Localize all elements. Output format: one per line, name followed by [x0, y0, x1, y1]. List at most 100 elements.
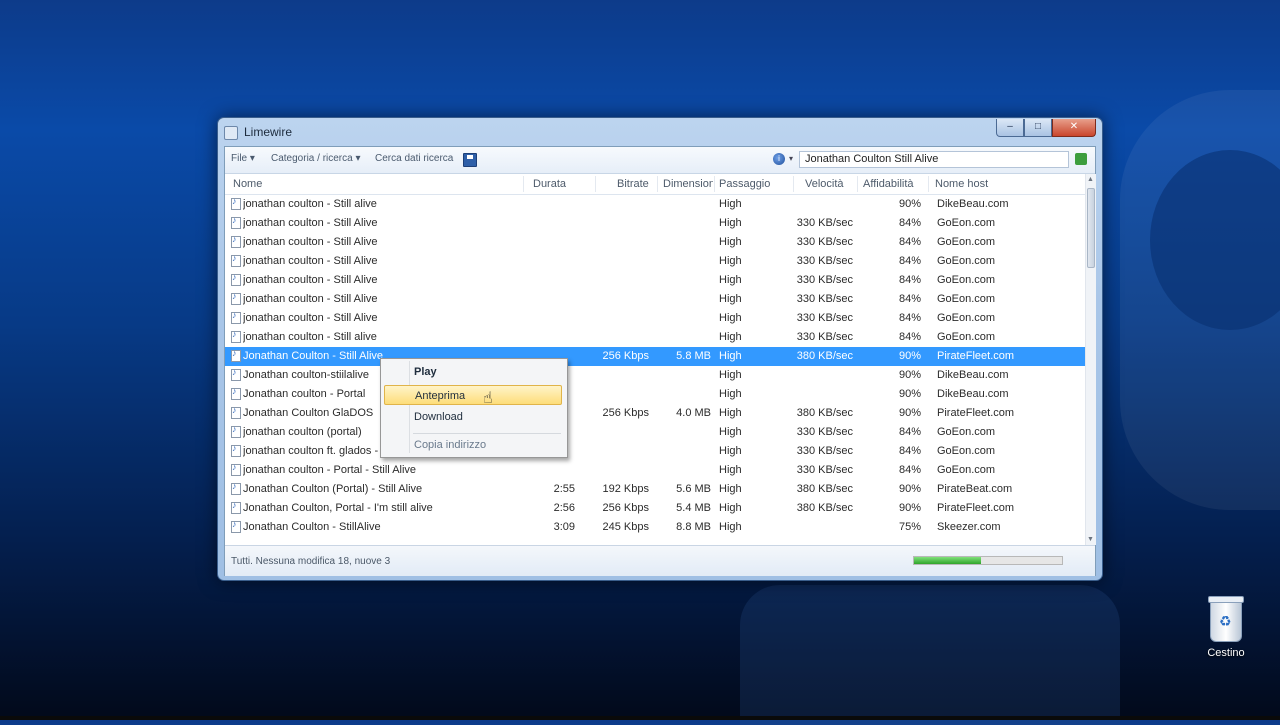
- column-header-host[interactable]: Nome host: [935, 178, 1045, 190]
- cell-rel: 84%: [898, 331, 921, 343]
- maximize-button[interactable]: □: [1024, 119, 1052, 137]
- vertical-scrollbar[interactable]: ▲ ▼: [1085, 174, 1096, 545]
- cell-pass: High: [719, 293, 742, 305]
- cell-bit: 256 Kbps: [602, 502, 649, 514]
- column-header-bitrate[interactable]: Bitrate: [617, 178, 657, 190]
- table-row[interactable]: jonathan coulton - Still Alive High 330 KB…: [225, 252, 1085, 271]
- cell-host: PirateFleet.com: [937, 350, 1015, 362]
- search-icon[interactable]: i: [773, 153, 785, 165]
- scroll-down-icon[interactable]: ▼: [1087, 536, 1094, 543]
- table-row[interactable]: Jonathan coulton - PortalHigh90%DikeBeau…: [225, 385, 1085, 404]
- scroll-thumb[interactable]: [1087, 188, 1095, 268]
- cell-size: 5.8 MB: [676, 350, 711, 362]
- cell-host: GoEon.com: [937, 255, 996, 267]
- toolbar-search-data[interactable]: Cerca dati ricerca: [375, 153, 453, 164]
- menu-item-play[interactable]: Play: [384, 362, 562, 382]
- cell-dur: 3:09: [553, 521, 575, 533]
- table-row[interactable]: jonathan coulton (portal)High330 KB/sec8…: [225, 423, 1085, 442]
- cell-dur: 2:55: [553, 483, 575, 495]
- audio-file-icon: [231, 253, 241, 267]
- cell-speed: 330 KB/sec: [796, 331, 853, 343]
- save-icon[interactable]: [463, 153, 477, 167]
- menu-item-preview[interactable]: Anteprima: [384, 385, 562, 405]
- download-progress: [913, 556, 1063, 565]
- audio-file-icon: [231, 462, 241, 476]
- table-row[interactable]: jonathan coulton - Still Alive High 330 KB…: [225, 271, 1085, 290]
- table-row[interactable]: jonathan coulton - Still alive High 90% Dik…: [225, 195, 1085, 214]
- cell-rel: 90%: [898, 407, 921, 419]
- cell-size: 4.0 MB: [676, 407, 711, 419]
- cell-pass: High: [719, 464, 742, 476]
- table-row[interactable]: jonathan coulton - Still alive High 330 KB…: [225, 328, 1085, 347]
- cell-rel: 84%: [898, 236, 921, 248]
- cell-speed: 330 KB/sec: [796, 217, 853, 229]
- cell-rel: 90%: [898, 502, 921, 514]
- progress-fill: [914, 557, 981, 564]
- cell-speed: 380 KB/sec: [796, 350, 853, 362]
- toolbar: File ▾ Categoria / ricerca ▾ Cerca dati …: [225, 147, 1095, 174]
- table-row[interactable]: Jonathan Coulton GlaDOS256 Kbps4.0 MBHig…: [225, 404, 1085, 423]
- cell-rel: 84%: [898, 255, 921, 267]
- go-icon[interactable]: [1075, 153, 1087, 165]
- table-row[interactable]: jonathan coulton - Still Alive High 330 KB…: [225, 233, 1085, 252]
- cell-host: GoEon.com: [937, 312, 996, 324]
- audio-file-icon: [231, 215, 241, 229]
- audio-file-icon: [231, 500, 241, 514]
- table-row[interactable]: Jonathan Coulton - StillAlive 3:09 245 Kbp…: [225, 518, 1085, 537]
- column-header-speed[interactable]: Velocità: [805, 178, 855, 190]
- cell-speed: 380 KB/sec: [796, 502, 853, 514]
- desktop-decoration-bottom: [740, 585, 1120, 725]
- cell-host: DikeBeau.com: [937, 388, 1009, 400]
- cell-size: 5.4 MB: [676, 502, 711, 514]
- toolbar-file-menu[interactable]: File ▾: [231, 153, 255, 164]
- cell-pass: High: [719, 502, 742, 514]
- cell-pass: High: [719, 198, 742, 210]
- cell-host: DikeBeau.com: [937, 198, 1009, 210]
- search-input[interactable]: [799, 151, 1069, 168]
- results-table: Nome Durata Bitrate Dimensione Passaggio…: [225, 174, 1085, 545]
- table-row[interactable]: Jonathan Coulton, Portal - I'm still ali…: [225, 499, 1085, 518]
- cell-name: jonathan coulton - Still Alive: [243, 255, 378, 267]
- table-row[interactable]: jonathan coulton - Portal - Still Alive H…: [225, 461, 1085, 480]
- cell-pass: High: [719, 407, 742, 419]
- minimize-button[interactable]: –: [996, 119, 1024, 137]
- cell-host: GoEon.com: [937, 236, 996, 248]
- cell-name: jonathan coulton - Still Alive: [243, 274, 378, 286]
- cell-name: jonathan coulton - Still alive: [243, 198, 377, 210]
- audio-file-icon: [231, 367, 241, 381]
- cell-name: jonathan coulton - Portal - Still Alive: [243, 464, 417, 476]
- cell-speed: 380 KB/sec: [796, 407, 853, 419]
- cell-rel: 90%: [898, 369, 921, 381]
- cell-host: GoEon.com: [937, 274, 996, 286]
- cell-host: GoEon.com: [937, 445, 996, 457]
- cell-rel: 84%: [898, 445, 921, 457]
- column-header-reliability[interactable]: Affidabilità: [863, 178, 927, 190]
- title-bar[interactable]: Limewire – □ ✕: [218, 118, 1102, 146]
- column-header-name[interactable]: Nome: [233, 178, 523, 190]
- recycle-bin[interactable]: ♻ Cestino: [1196, 596, 1256, 659]
- audio-file-icon: [231, 386, 241, 400]
- scroll-up-icon[interactable]: ▲: [1087, 176, 1094, 183]
- cell-pass: High: [719, 274, 742, 286]
- table-row[interactable]: jonathan coulton - Still Alive High 330 KB…: [225, 214, 1085, 233]
- table-row[interactable]: jonathan coulton - Still Alive High 330 KB…: [225, 290, 1085, 309]
- audio-file-icon: [231, 310, 241, 324]
- menu-item-copy-address[interactable]: Copia indirizzo: [384, 435, 562, 455]
- chevron-down-icon[interactable]: ▾: [789, 154, 793, 163]
- column-header-size[interactable]: Dimensione: [663, 178, 713, 190]
- table-row[interactable]: Jonathan Coulton - Still Alive256 Kbps5.…: [225, 347, 1085, 366]
- audio-file-icon: [231, 329, 241, 343]
- column-header-pass[interactable]: Passaggio: [719, 178, 789, 190]
- column-header-duration[interactable]: Durata: [533, 178, 591, 190]
- table-row[interactable]: Jonathan coulton-stiilaliveHigh90%DikeBe…: [225, 366, 1085, 385]
- close-button[interactable]: ✕: [1052, 119, 1096, 137]
- toolbar-category-menu[interactable]: Categoria / ricerca ▾: [271, 153, 361, 164]
- table-row[interactable]: Jonathan Coulton (Portal) - Still Alive 2…: [225, 480, 1085, 499]
- table-row[interactable]: jonathan coulton - Still Alive High 330 KB…: [225, 309, 1085, 328]
- cell-bit: 192 Kbps: [602, 483, 649, 495]
- table-row[interactable]: jonathan coulton ft. glados - Still Aliv…: [225, 442, 1085, 461]
- cell-speed: 330 KB/sec: [796, 426, 853, 438]
- cell-speed: 330 KB/sec: [796, 445, 853, 457]
- cell-host: Skeezer.com: [937, 521, 1001, 533]
- menu-item-download[interactable]: Download: [384, 407, 562, 427]
